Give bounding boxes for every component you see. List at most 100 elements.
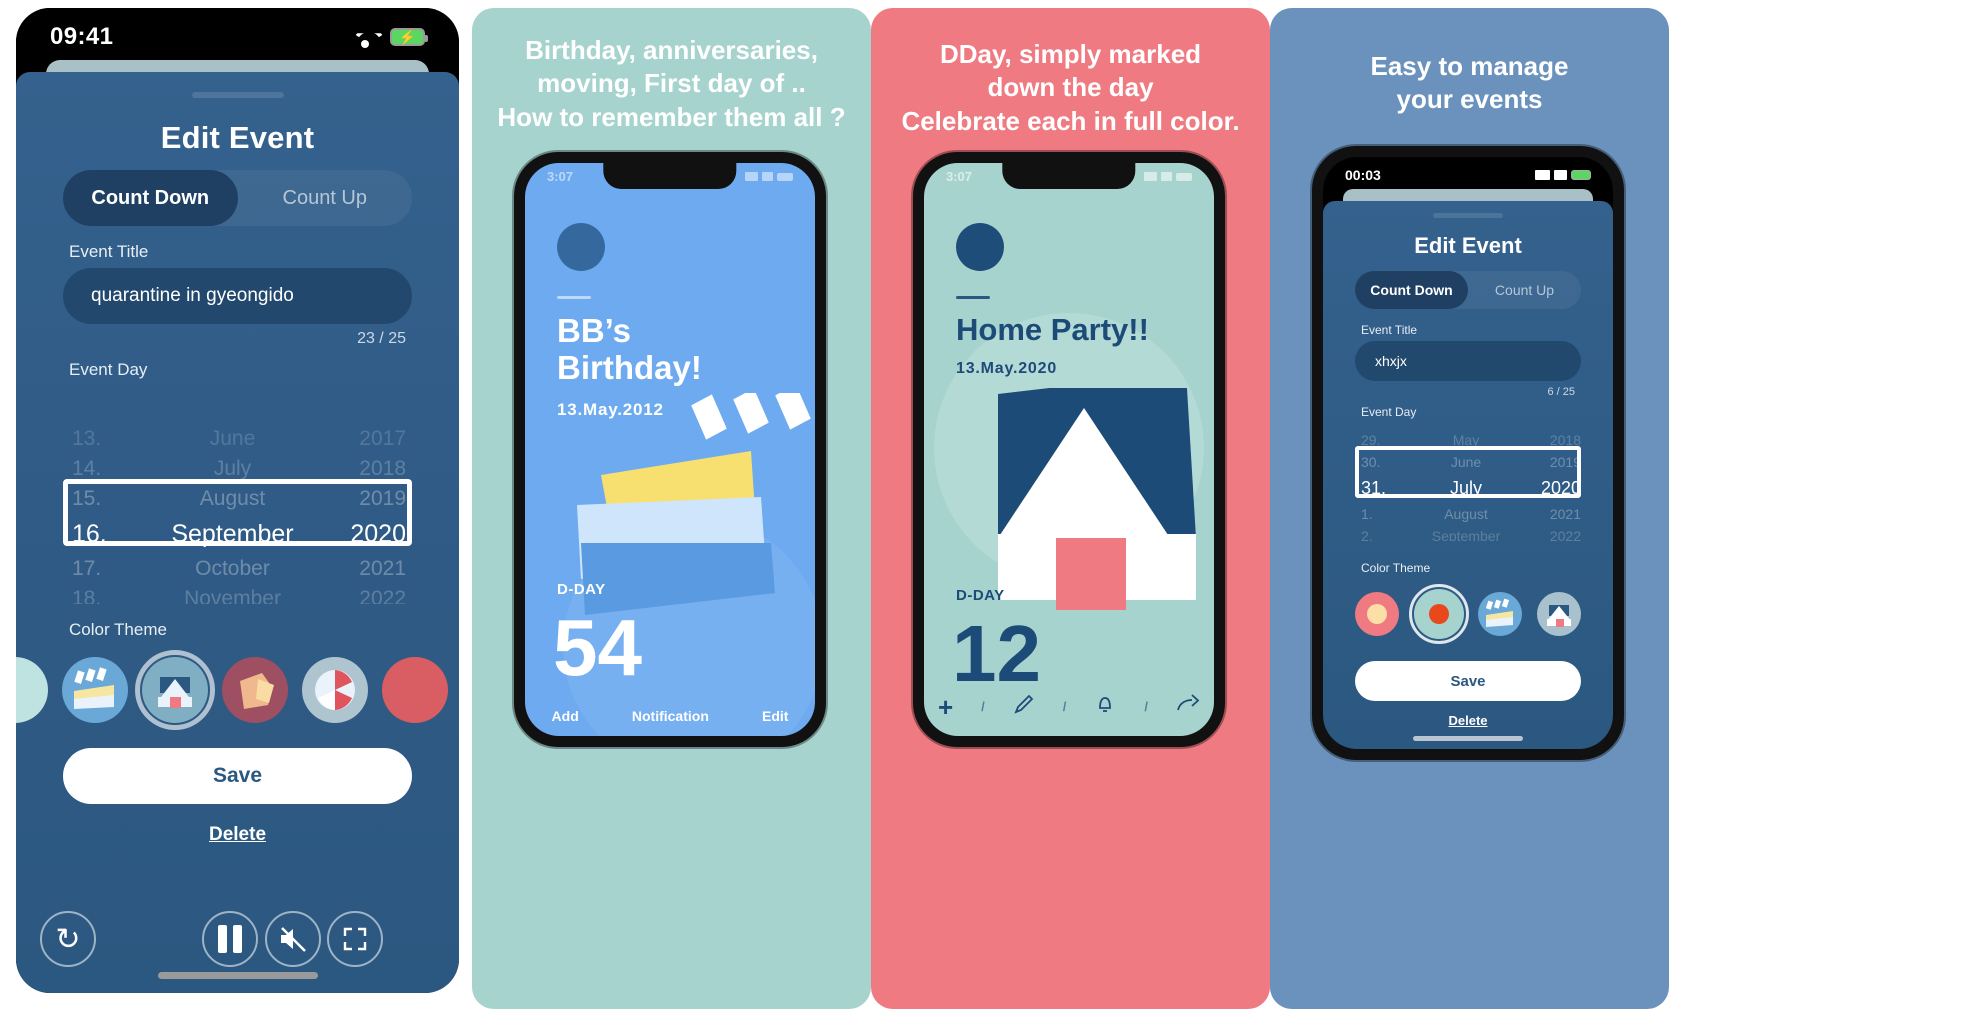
save-button[interactable]: Save [63,748,412,804]
theme-swatch-clapper[interactable] [1478,592,1523,636]
edit-event-sheet: Edit Event Count Down Count Up Event Tit… [1323,201,1613,749]
date-picker[interactable]: 13. June 2017 14. July 2018 15. August 2… [63,424,412,604]
dday-label: D-DAY [956,587,1005,604]
picker-row[interactable]: 13. June 2017 [63,424,412,454]
nav-edit[interactable]: Edit [762,708,788,724]
clapper-icon [1486,598,1514,627]
count-mode-segmented-control[interactable]: Count Down Count Up [1355,271,1581,309]
headline-text: DDay, simply marked down the day Celebra… [901,39,1240,136]
phone-mockup: 3:07 BB’s Birthday! 13.May.2012 D-DAY 54… [514,152,826,747]
status-time: 3:07 [547,169,574,184]
pencil-icon[interactable] [1013,693,1035,720]
tab-count-up[interactable]: Count Up [238,170,413,226]
status-icons [745,169,793,184]
date-picker[interactable]: 29. May 2018 30. June 2019 31. July 2020… [1355,429,1581,541]
battery-icon [777,172,793,181]
status-icons: ⚡ [352,28,428,48]
event-title-input[interactable]: xhxjx [1355,341,1581,381]
picker-row[interactable]: 15. August 2019 [63,484,412,514]
cellular-icon [1144,172,1157,181]
bottom-nav[interactable]: + / / / [924,693,1214,720]
nav-notification[interactable]: Notification [632,708,709,724]
phone-mockup: 00:03 Edit Event Count Down Count Up Eve… [1312,146,1624,760]
tab-count-up[interactable]: Count Up [1468,271,1581,309]
picker-day: 29. [1361,432,1381,448]
status-time: 00:03 [1345,167,1381,183]
picker-year: 2021 [1549,506,1581,522]
home-indicator [157,972,318,979]
nav-add[interactable]: Add [552,708,579,724]
panel-live-app-preview: 09:41 ⚡ Edit Event Count Down Count Up E… [0,0,472,1017]
picker-row[interactable]: 17. October 2021 [63,554,412,584]
cellular-icon [745,172,758,181]
delete-button[interactable]: Delete [1323,713,1613,728]
picker-row[interactable]: 1. August 2021 [1355,503,1581,525]
picker-row[interactable]: 2. September 2022 [1355,525,1581,541]
bell-icon[interactable] [1094,693,1116,720]
color-theme-carousel[interactable] [16,650,459,730]
theme-swatch-orange-dot[interactable] [1408,584,1469,644]
picker-year: 2017 [359,427,406,450]
share-icon[interactable] [1176,693,1200,720]
picker-day: 31. [1361,477,1387,498]
status-icons [1535,167,1591,183]
count-mode-segmented-control[interactable]: Count Down Count Up [63,170,412,226]
char-counter: 6 / 25 [1547,386,1575,398]
picker-year: 2018 [359,457,406,480]
panel-marketing-dday: DDay, simply marked down the day Celebra… [871,0,1270,1017]
wifi-icon [1161,172,1172,181]
battery-charging-icon: ⚡ [390,28,428,46]
home-indicator [1413,736,1523,741]
headline-text: Birthday, anniversaries, moving, First d… [497,35,846,132]
picker-month: October [195,557,270,580]
picker-row[interactable]: 14. July 2018 [63,454,412,484]
color-theme-carousel[interactable] [1355,584,1581,644]
picker-day: 18. [72,587,102,604]
theme-swatch-folder[interactable] [222,657,288,723]
wifi-icon [762,172,773,181]
sheet-grabber[interactable] [1433,213,1503,218]
event-title-input[interactable]: quarantine in gyeongido [63,268,412,324]
bottom-nav[interactable]: Add Notification Edit [525,708,815,724]
picker-year: 2019 [359,487,406,510]
picker-row-selected[interactable]: 31. July 2020 [1355,473,1581,503]
picker-row[interactable]: 30. June 2019 [1355,451,1581,473]
headline: Easy to manage your events [1270,50,1669,117]
event-date: 13.May.2020 [956,360,1058,377]
theme-swatch-umbrella[interactable] [302,657,368,723]
replay-button[interactable]: ↻ [40,911,96,967]
status-bar: 00:03 [1323,167,1613,183]
picker-row[interactable]: 29. May 2018 [1355,429,1581,451]
tab-count-down[interactable]: Count Down [1355,271,1468,309]
notch [603,163,737,189]
delete-button[interactable]: Delete [16,824,459,846]
page-title: Edit Event [160,120,315,155]
mute-button[interactable] [265,911,321,967]
picker-year: 2018 [1549,432,1581,448]
theme-swatch-coral-dot[interactable] [1355,592,1399,636]
sheet-grabber[interactable] [191,92,284,98]
theme-swatch-house[interactable] [1536,592,1581,636]
expand-icon [343,927,367,951]
dot-icon [1367,604,1387,624]
fullscreen-button[interactable] [327,911,383,967]
mute-icon [281,927,306,952]
theme-swatch-clapper[interactable] [62,657,128,723]
theme-swatch-mint[interactable] [16,657,48,723]
panel-marketing-birthday: Birthday, anniversaries, moving, First d… [472,0,871,1017]
pause-button[interactable] [202,911,258,967]
plus-icon[interactable]: + [938,694,953,720]
theme-swatch-rose[interactable] [382,657,448,723]
event-day-label: Event Day [1361,405,1417,419]
picker-row-selected[interactable]: 16. September 2020 [63,514,412,554]
save-button[interactable]: Save [1355,661,1581,701]
picker-row[interactable]: 18. November 2022 [63,584,412,604]
event-title-label: Event Title [1361,323,1418,337]
tab-count-down[interactable]: Count Down [63,170,238,226]
theme-swatch-house[interactable] [135,650,215,730]
picker-year: 2022 [359,587,406,604]
app-store-screenshot-strip: 09:41 ⚡ Edit Event Count Down Count Up E… [0,0,1979,1017]
headline-text: Easy to manage your events [1370,51,1569,115]
picker-month: September [1431,528,1501,541]
phone-frame: 09:41 ⚡ Edit Event Count Down Count Up E… [16,8,459,993]
